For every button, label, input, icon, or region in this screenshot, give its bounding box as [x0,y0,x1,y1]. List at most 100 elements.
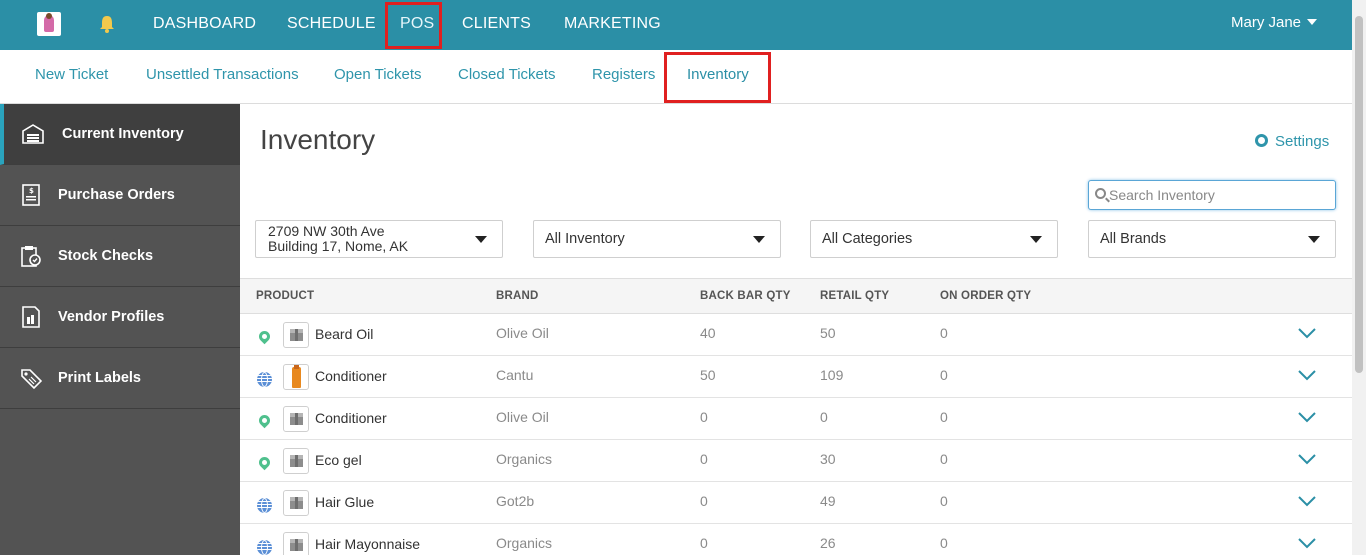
category-select[interactable]: All Categories [810,220,1058,258]
inventory-type-value: All Inventory [545,231,625,247]
retail-qty: 30 [820,451,836,467]
page-scrollbar-thumb[interactable] [1355,16,1363,373]
product-image [283,490,309,516]
expand-chevron-icon[interactable] [1298,495,1316,507]
expand-chevron-icon[interactable] [1298,369,1316,381]
salon-logo[interactable] [37,12,61,36]
box-icon [290,539,303,551]
tag-icon [21,369,42,389]
receipt-icon: $ [22,184,40,206]
retail-qty: 49 [820,493,836,509]
column-header-product[interactable]: PRODUCT [256,279,314,314]
retail-qty: 26 [820,535,836,551]
subnav-closed-tickets[interactable]: Closed Tickets [458,50,556,102]
category-value: All Categories [822,231,913,247]
brand-name: Organics [496,535,553,551]
table-row[interactable]: Hair Mayonnaise Organics 0 26 0 [240,524,1352,555]
chevron-down-icon [1308,236,1320,243]
brand-name: Got2b [496,493,535,509]
subnav-open-tickets[interactable]: Open Tickets [334,50,422,102]
sidebar-item-current-inventory[interactable]: Current Inventory [0,104,240,165]
retail-qty: 0 [820,409,828,425]
product-name: Beard Oil [315,326,374,342]
pos-highlight-box [385,2,442,49]
user-menu[interactable]: Mary Jane [1231,0,1318,47]
column-header-back-bar-qty[interactable]: BACK BAR QTY [700,279,791,314]
column-header-on-order-qty[interactable]: ON ORDER QTY [940,279,1031,314]
sidebar-item-label: Stock Checks [58,248,154,264]
globe-icon [257,498,272,513]
chevron-down-icon [475,236,487,243]
location-select[interactable]: 2709 NW 30th Ave Building 17, Nome, AK [255,220,503,258]
location-select-value: 2709 NW 30th Ave Building 17, Nome, AK [268,223,409,254]
expand-chevron-icon[interactable] [1298,537,1316,549]
product-image [283,448,309,474]
search-input[interactable] [1109,185,1329,205]
product-name: Conditioner [315,368,387,384]
nav-clients[interactable]: CLIENTS [462,0,531,50]
expand-chevron-icon[interactable] [1298,453,1316,465]
on-order-qty: 0 [940,367,948,383]
product-name: Conditioner [315,410,387,426]
warehouse-icon [22,124,44,144]
product-image [283,532,309,555]
table-row[interactable]: Eco gel Organics 0 30 0 [240,440,1352,482]
product-image [283,322,309,348]
sidebar-item-label: Print Labels [58,370,141,386]
nav-dashboard[interactable]: DASHBOARD [153,0,256,50]
subnav-unsettled-transactions[interactable]: Unsettled Transactions [146,50,299,102]
sidebar-item-stock-checks[interactable]: Stock Checks [0,226,240,287]
back-bar-qty: 0 [700,451,708,467]
bell-icon[interactable] [98,14,116,34]
settings-link[interactable]: Settings [1255,133,1329,150]
location-pin-icon [256,454,273,471]
table-row[interactable]: Beard Oil Olive Oil 40 50 0 [240,314,1352,356]
search-inventory-field[interactable] [1088,180,1336,210]
product-image [283,406,309,432]
back-bar-qty: 40 [700,325,716,341]
svg-text:$: $ [29,187,34,195]
inventory-table-header: PRODUCT BRAND BACK BAR QTY RETAIL QTY ON… [240,278,1352,314]
top-navigation-bar: DASHBOARD SCHEDULE POS CLIENTS MARKETING… [0,0,1352,50]
back-bar-qty: 0 [700,535,708,551]
sidebar-item-label: Vendor Profiles [58,309,165,325]
sidebar-item-purchase-orders[interactable]: $ Purchase Orders [0,165,240,226]
brand-value: All Brands [1100,231,1167,247]
chevron-down-icon [1030,236,1042,243]
column-header-retail-qty[interactable]: RETAIL QTY [820,279,889,314]
back-bar-qty: 0 [700,493,708,509]
gear-icon [1255,134,1268,147]
chevron-down-icon [753,236,765,243]
inventory-type-select[interactable]: All Inventory [533,220,781,258]
product-name: Hair Mayonnaise [315,536,421,552]
sidebar-item-print-labels[interactable]: Print Labels [0,348,240,409]
retail-qty: 109 [820,367,844,383]
table-row[interactable]: Conditioner Cantu 50 109 0 [240,356,1352,398]
inventory-highlight-box [664,52,771,103]
expand-chevron-icon[interactable] [1298,411,1316,423]
retail-qty: 50 [820,325,836,341]
sidebar-item-vendor-profiles[interactable]: Vendor Profiles [0,287,240,348]
on-order-qty: 0 [940,451,948,467]
globe-icon [257,372,272,387]
chevron-down-icon [1307,19,1318,25]
location-pin-icon [256,328,273,345]
brand-name: Olive Oil [496,409,549,425]
expand-chevron-icon[interactable] [1298,327,1316,339]
on-order-qty: 0 [940,325,948,341]
subnav-new-ticket[interactable]: New Ticket [35,50,108,102]
table-row[interactable]: Hair Glue Got2b 0 49 0 [240,482,1352,524]
table-row[interactable]: Conditioner Olive Oil 0 0 0 [240,398,1352,440]
nav-marketing[interactable]: MARKETING [564,0,661,50]
search-icon [1095,188,1106,199]
column-header-brand[interactable]: BRAND [496,279,539,314]
globe-icon [257,540,272,555]
back-bar-qty: 50 [700,367,716,383]
product-name: Hair Glue [315,494,375,510]
brand-select[interactable]: All Brands [1088,220,1336,258]
product-name: Eco gel [315,452,362,468]
on-order-qty: 0 [940,409,948,425]
nav-schedule[interactable]: SCHEDULE [287,0,376,50]
on-order-qty: 0 [940,493,948,509]
subnav-registers[interactable]: Registers [592,50,655,102]
